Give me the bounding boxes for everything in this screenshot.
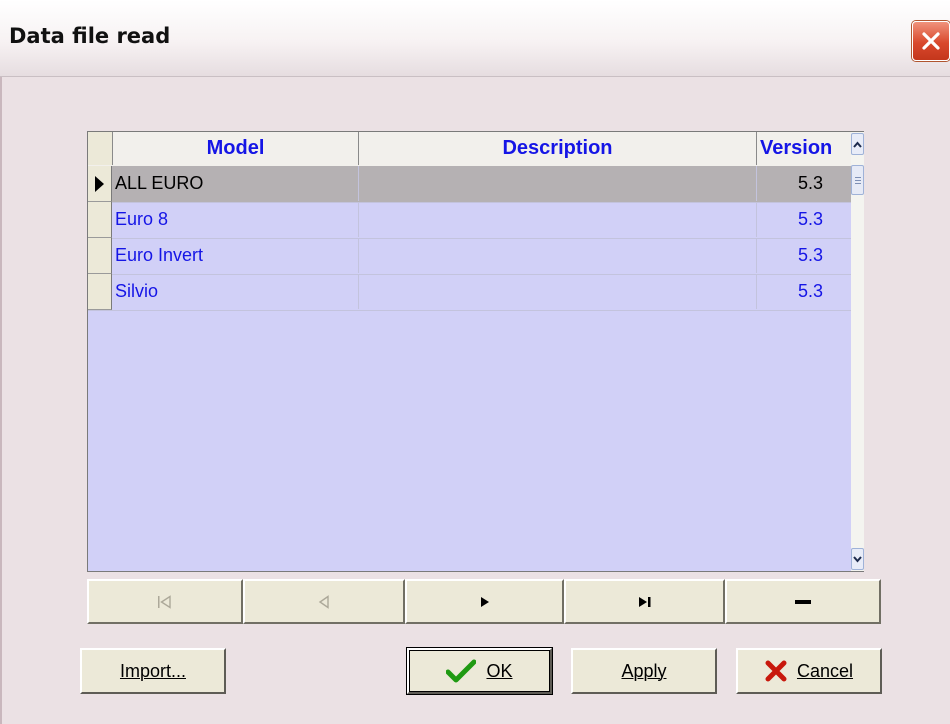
table-row[interactable]: Silvio 5.3 <box>88 274 851 311</box>
cell-model[interactable]: Euro 8 <box>113 202 359 237</box>
cell-description[interactable] <box>359 202 757 237</box>
close-icon <box>922 32 940 50</box>
import-button-label: Import... <box>119 660 186 681</box>
checkmark-icon <box>446 659 477 683</box>
column-header-version[interactable]: Version <box>757 132 851 165</box>
vertical-scrollbar[interactable] <box>851 132 864 571</box>
cancel-button[interactable]: Cancel <box>736 648 882 694</box>
last-record-button[interactable] <box>564 579 725 624</box>
apply-button-label: Apply <box>621 660 667 681</box>
triangle-left-icon <box>318 594 329 609</box>
prior-record-button[interactable] <box>243 579 405 624</box>
scroll-thumb[interactable] <box>851 165 864 195</box>
cell-version[interactable]: 5.3 <box>757 166 851 201</box>
ok-button-label: OK <box>486 660 513 681</box>
window-title: Data file read <box>9 24 171 48</box>
cell-version[interactable]: 5.3 <box>757 274 851 309</box>
header-corner <box>88 132 113 165</box>
current-row-arrow-icon <box>95 176 104 192</box>
apply-button[interactable]: Apply <box>571 648 717 694</box>
column-header-description[interactable]: Description <box>359 132 757 165</box>
cell-version[interactable]: 5.3 <box>757 202 851 237</box>
chevron-down-icon <box>853 555 862 563</box>
row-indicator[interactable] <box>88 166 112 202</box>
cell-model[interactable]: Silvio <box>113 274 359 309</box>
models-grid[interactable]: Model Description Version ALL EURO 5.3 E… <box>87 131 864 572</box>
delete-record-button[interactable] <box>725 579 881 624</box>
first-record-button[interactable] <box>87 579 243 624</box>
row-indicator[interactable] <box>88 238 112 274</box>
table-row[interactable]: Euro 8 5.3 <box>88 202 851 239</box>
row-indicator[interactable] <box>88 202 112 238</box>
import-button[interactable]: Import... <box>80 648 226 694</box>
table-row[interactable]: ALL EURO 5.3 <box>88 166 851 203</box>
row-indicator[interactable] <box>88 274 112 310</box>
chevron-up-icon <box>853 140 862 148</box>
ok-button[interactable]: OK <box>406 647 553 695</box>
skip-last-icon <box>638 596 650 607</box>
cell-version[interactable]: 5.3 <box>757 238 851 273</box>
cancel-button-label: Cancel <box>796 660 854 681</box>
window-left-border <box>0 0 2 724</box>
title-bar[interactable]: Data file read <box>0 0 950 77</box>
grid-header: Model Description Version <box>88 132 851 167</box>
close-button[interactable] <box>912 21 950 61</box>
record-navigator <box>87 579 881 624</box>
cell-model[interactable]: ALL EURO <box>113 166 359 201</box>
cell-model[interactable]: Euro Invert <box>113 238 359 273</box>
table-row[interactable]: Euro Invert 5.3 <box>88 238 851 275</box>
scroll-up-button[interactable] <box>851 133 864 155</box>
column-header-model[interactable]: Model <box>113 132 359 165</box>
cell-description[interactable] <box>359 238 757 273</box>
next-record-button[interactable] <box>405 579 564 624</box>
triangle-right-icon <box>480 596 489 607</box>
cross-icon <box>765 660 787 682</box>
cell-description[interactable] <box>359 274 757 309</box>
scroll-down-button[interactable] <box>851 548 864 570</box>
minus-icon <box>795 599 811 604</box>
cell-description[interactable] <box>359 166 757 201</box>
skip-first-icon <box>158 594 171 609</box>
